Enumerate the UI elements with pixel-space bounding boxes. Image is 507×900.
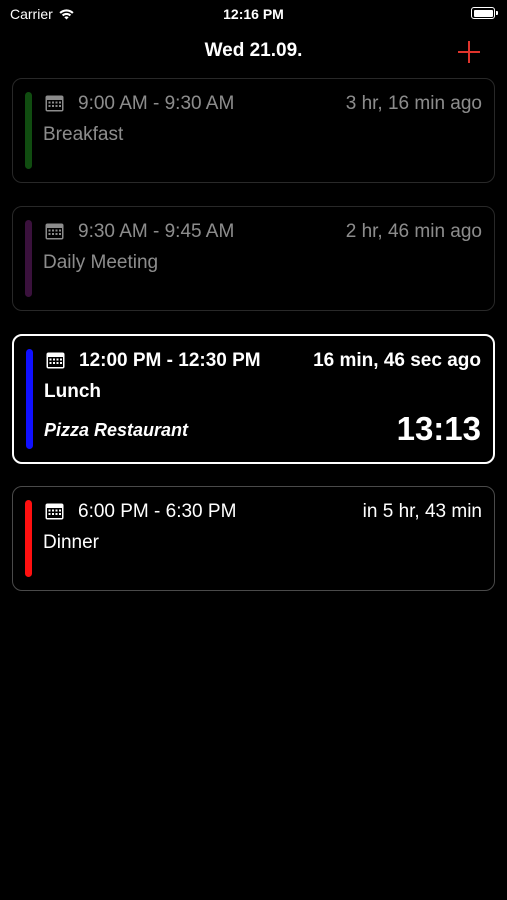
event-list: 9:00 AM - 9:30 AM 3 hr, 16 min ago Break…	[12, 78, 495, 614]
event-relative-time: in 5 hr, 43 min	[362, 501, 482, 522]
event-relative-time: 2 hr, 46 min ago	[345, 221, 482, 242]
calendar-icon	[45, 503, 64, 520]
event-card-breakfast[interactable]: 9:00 AM - 9:30 AM 3 hr, 16 min ago Break…	[12, 78, 495, 183]
event-color-bar	[25, 500, 32, 577]
event-title: Breakfast	[43, 124, 124, 145]
event-title: Lunch	[44, 381, 101, 402]
event-title: Daily Meeting	[43, 252, 159, 273]
event-timerange: 6:00 PM - 6:30 PM	[78, 501, 237, 522]
battery-icon	[471, 7, 498, 19]
event-color-bar	[25, 220, 32, 297]
status-time: 12:16 PM	[223, 6, 284, 22]
calendar-icon	[45, 223, 64, 240]
event-countdown: 13:13	[396, 410, 481, 447]
event-card-dinner[interactable]: 6:00 PM - 6:30 PM in 5 hr, 43 min Dinner	[12, 486, 495, 591]
navigation-bar: Wed 21.09.	[0, 38, 507, 68]
event-card-daily-meeting[interactable]: 9:30 AM - 9:45 AM 2 hr, 46 min ago Daily…	[12, 206, 495, 311]
event-relative-time: 3 hr, 16 min ago	[345, 93, 482, 114]
calendar-icon	[46, 352, 65, 369]
page-title: Wed 21.09.	[204, 40, 303, 61]
add-event-button[interactable]	[455, 38, 483, 66]
event-card-lunch[interactable]: 12:00 PM - 12:30 PM 16 min, 46 sec ago L…	[12, 334, 495, 464]
status-bar: Carrier 12:16 PM	[0, 0, 507, 28]
calendar-icon	[45, 95, 64, 112]
event-timerange: 12:00 PM - 12:30 PM	[79, 350, 261, 371]
event-title: Dinner	[43, 532, 99, 553]
event-timerange: 9:30 AM - 9:45 AM	[78, 221, 235, 242]
event-color-bar	[25, 92, 32, 169]
event-location: Pizza Restaurant	[44, 420, 189, 440]
event-timerange: 9:00 AM - 9:30 AM	[78, 93, 235, 114]
event-relative-time: 16 min, 46 sec ago	[313, 350, 481, 371]
event-color-bar	[26, 349, 33, 449]
